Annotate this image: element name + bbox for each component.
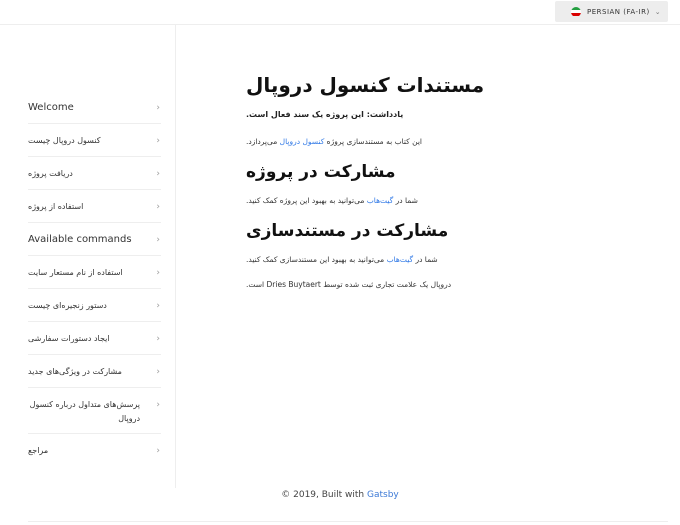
- intro-paragraph: این کتاب به مستندسازی پروژه کنسول دروپال…: [246, 137, 422, 146]
- chevron-right-icon: ›: [156, 169, 160, 179]
- footer-text: © 2019, Built with: [281, 490, 367, 500]
- sidebar-item[interactable]: استفاده از نام مستعار سایت ›: [28, 256, 161, 289]
- chevron-right-icon: ›: [156, 301, 160, 311]
- chevron-right-icon: ›: [156, 446, 160, 456]
- chevron-right-icon: ›: [156, 202, 160, 212]
- gatsby-link[interactable]: Gatsby: [367, 490, 399, 500]
- active-document-note: یادداشت: این پروژه یک سند فعال است.: [246, 110, 404, 119]
- sidebar-item[interactable]: دستور زنجیره‌ای چیست ›: [28, 289, 161, 322]
- sidebar-item-label: پرسش‌های متداول درباره کنسول دروپال: [29, 400, 140, 423]
- sidebar-item-label: ایجاد دستورات سفارشی: [28, 334, 110, 343]
- github-docs-link[interactable]: گیت‌هاب: [387, 255, 414, 264]
- github-project-link[interactable]: گیت‌هاب: [367, 196, 394, 205]
- iran-flag-icon: [571, 6, 581, 17]
- chevron-right-icon: ›: [156, 367, 160, 377]
- contribute-project-paragraph: شما در گیت‌هاب می‌توانید به بهبود این پر…: [246, 196, 418, 205]
- sidebar-item-label: استفاده از پروژه: [28, 202, 84, 211]
- chevron-right-icon: ›: [156, 136, 160, 146]
- chevron-right-icon: ›: [156, 103, 160, 113]
- sidebar-item[interactable]: پرسش‌های متداول درباره کنسول دروپال ›: [28, 388, 161, 434]
- docs-suffix: می‌توانید به بهبود این مستندسازی کمک کنی…: [246, 255, 387, 264]
- sidebar-item-label: کنسول دروپال چیست: [28, 136, 101, 145]
- sidebar-item[interactable]: کنسول دروپال چیست ›: [28, 124, 161, 157]
- page-title: مستندات کنسول دروپال: [246, 73, 485, 97]
- intro-prefix: این کتاب به مستندسازی پروژه: [324, 137, 423, 146]
- docs-prefix: شما در: [413, 255, 438, 264]
- sidebar-item-label: دستور زنجیره‌ای چیست: [28, 301, 107, 310]
- intro-suffix: می‌پردازد.: [246, 137, 280, 146]
- sidebar-item[interactable]: Welcome ›: [28, 91, 161, 124]
- chevron-right-icon: ›: [156, 400, 160, 410]
- sidebar-item[interactable]: ایجاد دستورات سفارشی ›: [28, 322, 161, 355]
- sidebar-item[interactable]: مراجع ›: [28, 434, 161, 467]
- sidebar-item[interactable]: دریافت پروژه ›: [28, 157, 161, 190]
- sidebar-item-label: مراجع: [28, 446, 49, 455]
- chevron-down-icon: ⌄: [654, 7, 662, 16]
- chevron-right-icon: ›: [156, 235, 160, 245]
- chevron-right-icon: ›: [156, 334, 160, 344]
- top-bar: PERSIAN (FA-IR) ⌄: [0, 0, 680, 24]
- contribute-docs-heading: مشارکت در مستندسازی: [246, 221, 449, 241]
- sidebar-item-label: Available commands: [28, 234, 132, 245]
- chevron-right-icon: ›: [156, 268, 160, 278]
- drupal-console-link[interactable]: کنسول دروپال: [280, 137, 325, 146]
- sidebar-item-label: دریافت پروژه: [28, 169, 73, 178]
- language-selector-button[interactable]: PERSIAN (FA-IR) ⌄: [555, 1, 668, 22]
- footer: © 2019, Built with Gatsby: [0, 490, 680, 500]
- sidebar: Welcome › کنسول دروپال چیست › دریافت پروژه › ا…: [0, 25, 176, 488]
- contribute-project-heading: مشارکت در پروژه: [246, 162, 396, 182]
- sidebar-item[interactable]: استفاده از پروژه ›: [28, 190, 161, 223]
- trademark-notice: دروپال یک علامت تجاری ثبت شده توسط Dries…: [246, 280, 452, 289]
- project-prefix: شما در: [393, 196, 418, 205]
- contribute-docs-paragraph: شما در گیت‌هاب می‌توانید به بهبود این مس…: [246, 255, 438, 264]
- sidebar-item-label: مشارکت در ویژگی‌های جدید: [28, 367, 122, 376]
- sidebar-item[interactable]: مشارکت در ویژگی‌های جدید ›: [28, 355, 161, 388]
- sidebar-item[interactable]: Available commands ›: [28, 223, 161, 256]
- language-selector-label: PERSIAN (FA-IR): [587, 7, 650, 16]
- project-suffix: می‌توانید به بهبود این پروژه کمک کنید.: [246, 196, 367, 205]
- sidebar-item-label: Welcome: [28, 102, 74, 113]
- footer-divider: [28, 521, 668, 522]
- sidebar-item-label: استفاده از نام مستعار سایت: [28, 268, 123, 277]
